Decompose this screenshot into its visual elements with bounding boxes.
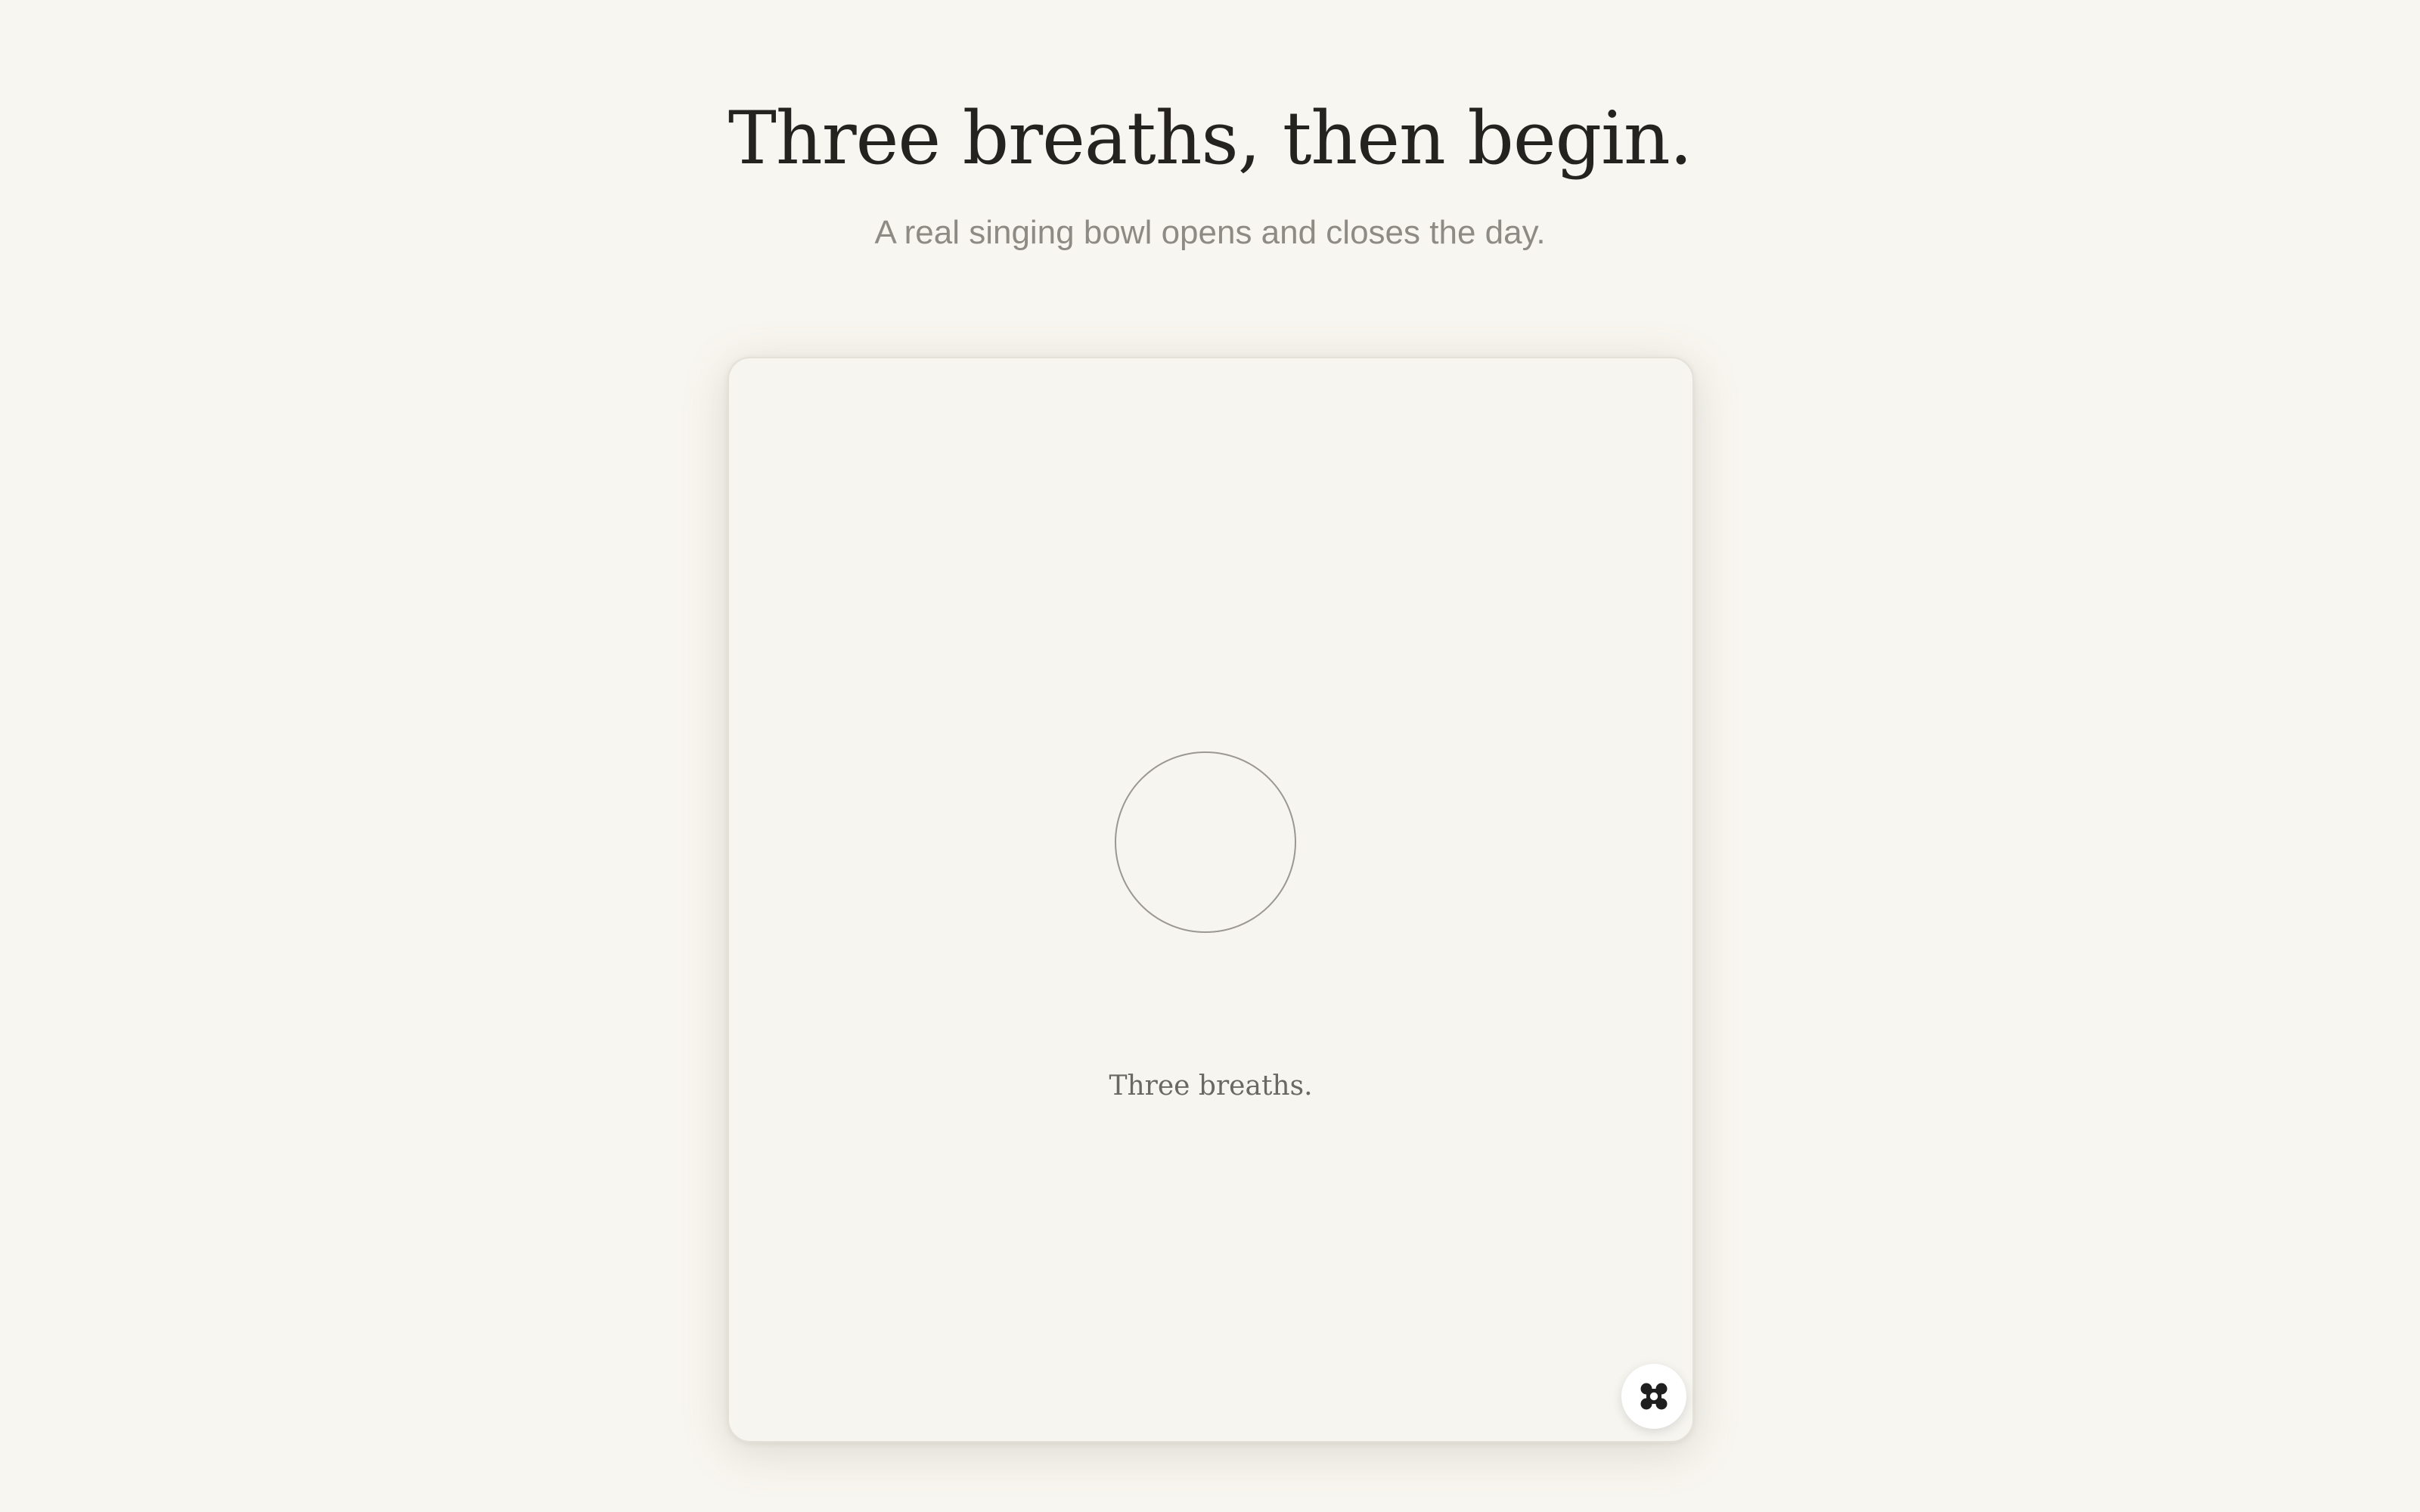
breath-label: Three breaths. [1109,1070,1313,1101]
expand-icon [1637,1380,1671,1413]
expand-button[interactable] [1621,1364,1686,1429]
breath-circle [1115,751,1296,933]
breathing-card: Three breaths. [728,357,1694,1442]
page-title: Three breaths, then begin. [728,96,1692,181]
page-subtitle: A real singing bowl opens and closes the… [874,214,1546,251]
